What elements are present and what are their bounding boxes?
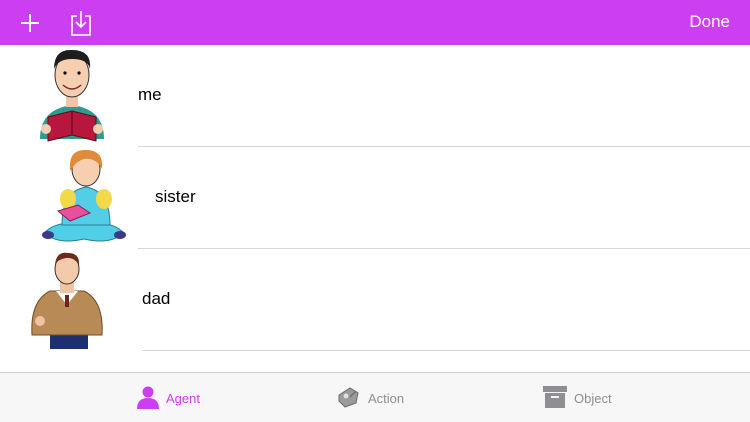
plus-icon [21,14,39,32]
list-item-label: me [138,85,162,104]
app-screen: Done me sister dad Agent Action Object [0,0,750,422]
person-icon [137,386,159,409]
tab-agent[interactable]: Agent [136,373,216,422]
done-button[interactable]: Done [689,12,730,32]
bottom-tab-bar: Agent Action Object [0,372,750,422]
list-item-sister[interactable]: sister [0,147,750,249]
tab-object[interactable]: Object [542,373,632,422]
tab-agent-label: Agent [166,391,200,406]
import-button[interactable] [66,8,96,38]
boy-reading-book-image [40,49,104,142]
list-item-dad[interactable]: dad [0,249,750,351]
tab-action-label: Action [368,391,405,406]
girl-reading-book-image [42,149,126,242]
list-item-me[interactable]: me [0,45,750,147]
add-button[interactable] [14,8,46,38]
import-icon [71,11,91,36]
row-divider [142,350,750,351]
tab-object-label: Object [574,391,612,406]
top-nav-bar: Done [0,0,750,45]
action-icon [338,387,359,408]
list-item-label: sister [155,187,196,206]
agent-list: me sister dad [0,45,750,372]
list-item-label: dad [142,289,171,308]
tab-action[interactable]: Action [336,373,426,422]
box-icon [543,386,567,408]
man-in-sweater-image [31,252,103,349]
